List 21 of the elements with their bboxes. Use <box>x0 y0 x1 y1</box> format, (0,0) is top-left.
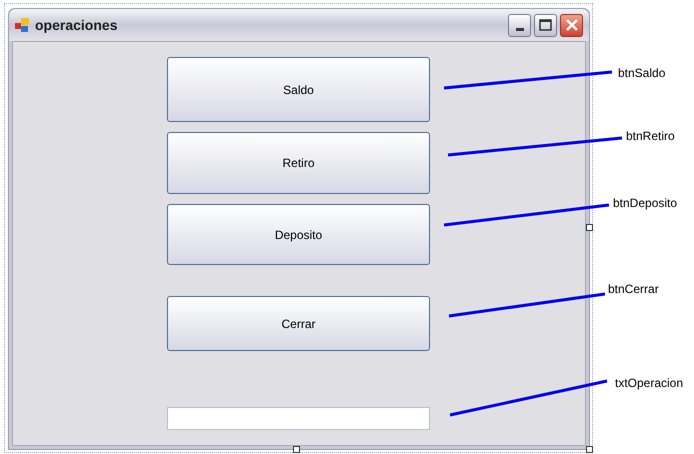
app-icon <box>15 18 30 32</box>
close-icon <box>566 19 578 31</box>
text-field[interactable] <box>167 407 430 430</box>
minimize-icon <box>516 28 524 30</box>
annotation-label: txtOperacion <box>615 375 684 392</box>
resize-handle[interactable] <box>586 224 593 231</box>
form-button[interactable]: Deposito <box>167 204 430 265</box>
close-button[interactable] <box>560 14 583 36</box>
annotation-label: btnSaldo <box>618 65 666 82</box>
form-button[interactable]: Cerrar <box>167 296 430 351</box>
window-title: operaciones <box>35 16 118 35</box>
maximize-button[interactable] <box>534 14 557 36</box>
form-button[interactable]: Retiro <box>167 132 430 194</box>
maximize-icon <box>539 19 552 31</box>
annotation-label: btnCerrar <box>608 281 659 298</box>
form-button[interactable]: Saldo <box>167 57 430 122</box>
annotation-label: btnRetiro <box>626 128 675 145</box>
annotation-label: btnDeposito <box>613 195 678 212</box>
resize-handle[interactable] <box>586 446 593 453</box>
resize-handle[interactable] <box>293 446 300 453</box>
minimize-button[interactable] <box>508 14 531 36</box>
